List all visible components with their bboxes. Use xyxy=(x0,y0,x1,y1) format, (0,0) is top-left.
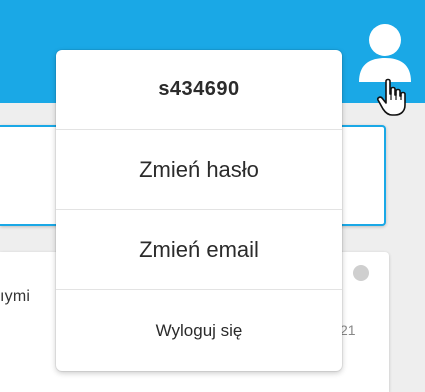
change-email-item[interactable]: Zmień email xyxy=(56,210,342,290)
username-label: s434690 xyxy=(56,50,342,130)
user-dropdown-menu: s434690 Zmień hasło Zmień email Wyloguj … xyxy=(56,50,342,371)
post-snippet: ıymi xyxy=(0,288,31,305)
status-dot-icon xyxy=(353,265,369,281)
user-icon xyxy=(359,24,411,82)
post-time: 21 xyxy=(340,322,356,338)
change-password-item[interactable]: Zmień hasło xyxy=(56,130,342,210)
logout-item[interactable]: Wyloguj się xyxy=(56,290,342,371)
user-avatar-button[interactable] xyxy=(356,22,414,86)
